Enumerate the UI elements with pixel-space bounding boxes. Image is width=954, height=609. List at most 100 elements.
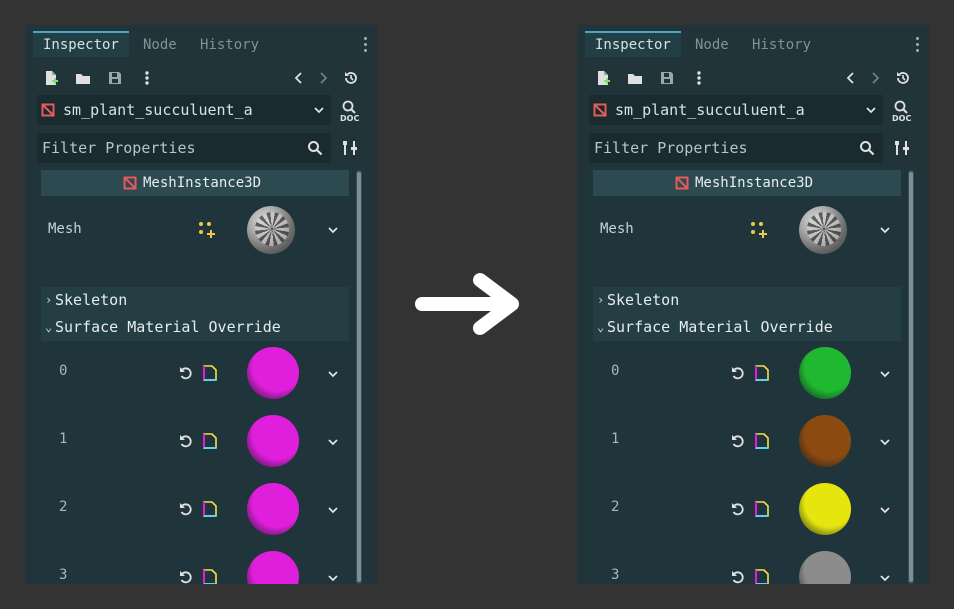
material-preview-sphere[interactable] bbox=[247, 347, 299, 399]
svg-text:DOC: DOC bbox=[340, 114, 359, 123]
chevron-down-icon[interactable] bbox=[327, 436, 339, 448]
revert-icon[interactable] bbox=[178, 501, 194, 517]
revert-icon[interactable] bbox=[730, 569, 746, 584]
object-selector[interactable]: sm_plant_succuluent_a bbox=[589, 95, 883, 125]
new-resource-icon[interactable] bbox=[593, 68, 613, 88]
history-back-icon[interactable] bbox=[289, 68, 309, 88]
material-resource-icon[interactable] bbox=[202, 569, 218, 584]
more-options-icon[interactable] bbox=[689, 68, 709, 88]
chevron-down-icon: ⌄ bbox=[597, 320, 605, 334]
scrollbar-thumb[interactable] bbox=[909, 172, 913, 582]
surface-index: 3 bbox=[59, 567, 68, 583]
section-skeleton[interactable]: › Skeleton bbox=[593, 287, 901, 314]
section-surface-material-override[interactable]: ⌄ Surface Material Override bbox=[593, 314, 901, 341]
chevron-down-icon[interactable] bbox=[327, 504, 339, 516]
chevron-down-icon[interactable] bbox=[879, 504, 891, 516]
filter-properties-input[interactable] bbox=[589, 133, 854, 163]
property-tools-icon[interactable] bbox=[341, 139, 359, 157]
revert-icon[interactable] bbox=[178, 365, 194, 381]
surface-row: 2 bbox=[589, 475, 917, 543]
scrollbar-thumb[interactable] bbox=[357, 172, 361, 582]
chevron-down-icon bbox=[866, 107, 876, 114]
chevron-down-icon[interactable] bbox=[879, 436, 891, 448]
mesh-instance-icon bbox=[675, 176, 689, 190]
material-preview-sphere[interactable] bbox=[247, 483, 299, 535]
mesh-property-label: Mesh bbox=[48, 221, 82, 237]
history-forward-icon[interactable] bbox=[313, 68, 333, 88]
material-resource-icon[interactable] bbox=[754, 365, 770, 381]
scrollbar[interactable] bbox=[908, 170, 914, 584]
save-icon[interactable] bbox=[105, 68, 125, 88]
selected-object-name: sm_plant_succuluent_a bbox=[63, 101, 253, 119]
tab-node[interactable]: Node bbox=[685, 33, 739, 57]
mesh-preview[interactable] bbox=[799, 206, 847, 254]
search-icon bbox=[860, 141, 875, 156]
mesh-add-icon[interactable] bbox=[198, 221, 216, 239]
dock-menu-icon[interactable] bbox=[915, 37, 919, 53]
mesh-add-icon[interactable] bbox=[750, 221, 768, 239]
history-forward-icon[interactable] bbox=[865, 68, 885, 88]
surface-row: 1 bbox=[589, 407, 917, 475]
object-history-icon[interactable] bbox=[893, 68, 913, 88]
tab-history[interactable]: History bbox=[190, 33, 269, 57]
revert-icon[interactable] bbox=[730, 365, 746, 381]
material-resource-icon[interactable] bbox=[202, 433, 218, 449]
material-preview-sphere[interactable] bbox=[799, 551, 851, 584]
object-history-icon[interactable] bbox=[341, 68, 361, 88]
section-skeleton[interactable]: › Skeleton bbox=[41, 287, 349, 314]
class-header: MeshInstance3D bbox=[593, 170, 901, 196]
mesh-preview[interactable] bbox=[247, 206, 295, 254]
revert-icon[interactable] bbox=[730, 501, 746, 517]
tab-inspector[interactable]: Inspector bbox=[585, 31, 681, 57]
surface-index: 2 bbox=[59, 499, 68, 515]
material-preview-sphere[interactable] bbox=[799, 415, 851, 467]
dock-menu-icon[interactable] bbox=[363, 37, 367, 53]
selected-object-name: sm_plant_succuluent_a bbox=[615, 101, 805, 119]
property-tools-icon[interactable] bbox=[893, 139, 911, 157]
open-folder-icon[interactable] bbox=[625, 68, 645, 88]
save-icon[interactable] bbox=[657, 68, 677, 88]
surface-index: 1 bbox=[611, 431, 620, 447]
new-resource-icon[interactable] bbox=[41, 68, 61, 88]
scrollbar[interactable] bbox=[356, 170, 362, 584]
revert-icon[interactable] bbox=[178, 569, 194, 584]
tab-history[interactable]: History bbox=[742, 33, 821, 57]
chevron-right-icon: › bbox=[597, 293, 605, 307]
chevron-down-icon: ⌄ bbox=[45, 320, 53, 334]
chevron-down-icon[interactable] bbox=[327, 572, 339, 584]
object-selector[interactable]: sm_plant_succuluent_a bbox=[37, 95, 331, 125]
surface-row: 3 bbox=[37, 543, 365, 584]
history-back-icon[interactable] bbox=[841, 68, 861, 88]
chevron-down-icon[interactable] bbox=[327, 368, 339, 380]
surface-row: 3 bbox=[589, 543, 917, 584]
material-resource-icon[interactable] bbox=[754, 501, 770, 517]
revert-icon[interactable] bbox=[730, 433, 746, 449]
dock-tabs: Inspector Node History bbox=[33, 31, 369, 57]
material-resource-icon[interactable] bbox=[754, 569, 770, 584]
open-folder-icon[interactable] bbox=[73, 68, 93, 88]
chevron-down-icon[interactable] bbox=[879, 224, 891, 236]
chevron-down-icon[interactable] bbox=[879, 572, 891, 584]
filter-properties-input[interactable] bbox=[37, 133, 302, 163]
material-preview-sphere[interactable] bbox=[247, 551, 299, 584]
chevron-down-icon[interactable] bbox=[879, 368, 891, 380]
revert-icon[interactable] bbox=[178, 433, 194, 449]
inspector-panel-before: Inspector Node History sm_plant_succulue… bbox=[25, 25, 377, 584]
open-docs-icon[interactable]: DOC bbox=[891, 99, 913, 123]
inspector-toolbar bbox=[35, 67, 369, 89]
chevron-down-icon[interactable] bbox=[327, 224, 339, 236]
material-resource-icon[interactable] bbox=[202, 365, 218, 381]
class-header: MeshInstance3D bbox=[41, 170, 349, 196]
section-surface-material-override[interactable]: ⌄ Surface Material Override bbox=[41, 314, 349, 341]
property-list: MeshInstance3D Mesh › Skeleton ⌄ Surface… bbox=[589, 167, 917, 584]
material-preview-sphere[interactable] bbox=[799, 483, 851, 535]
search-icon bbox=[308, 141, 323, 156]
tab-node[interactable]: Node bbox=[133, 33, 187, 57]
more-options-icon[interactable] bbox=[137, 68, 157, 88]
material-resource-icon[interactable] bbox=[754, 433, 770, 449]
material-preview-sphere[interactable] bbox=[799, 347, 851, 399]
tab-inspector[interactable]: Inspector bbox=[33, 31, 129, 57]
open-docs-icon[interactable]: DOC bbox=[339, 99, 361, 123]
material-preview-sphere[interactable] bbox=[247, 415, 299, 467]
material-resource-icon[interactable] bbox=[202, 501, 218, 517]
